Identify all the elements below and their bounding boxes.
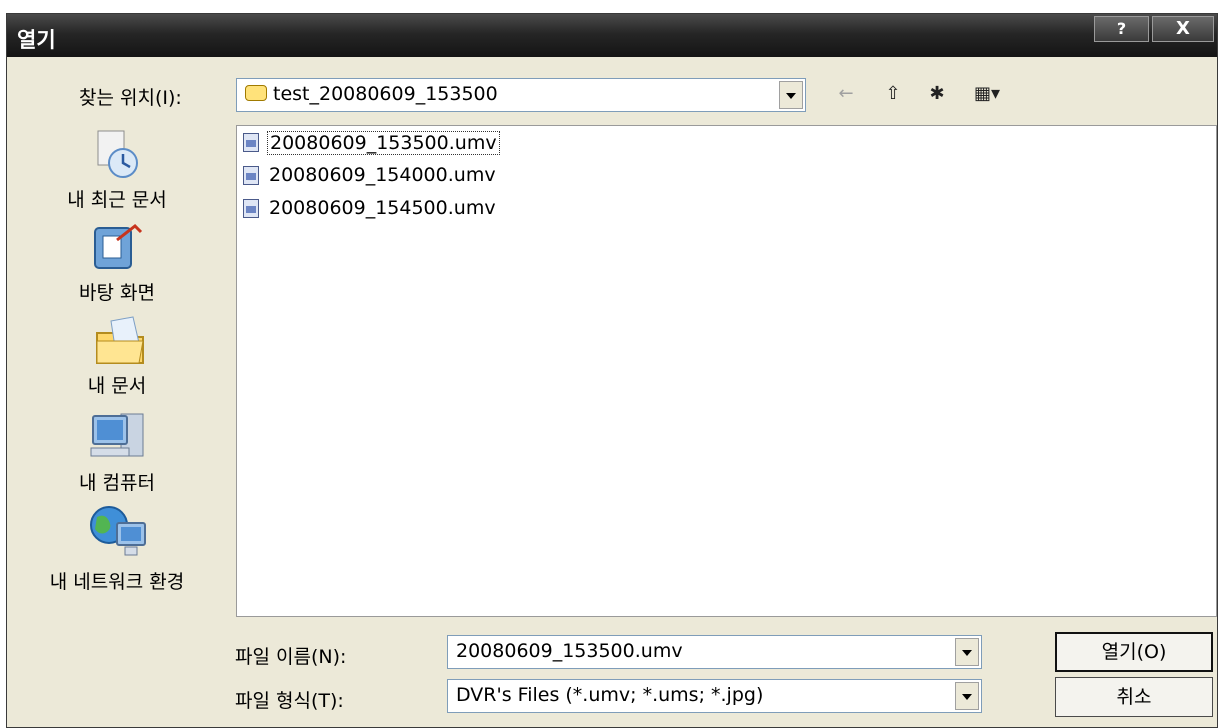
place-label: 내 컴퓨터 <box>79 472 155 494</box>
place-my-documents[interactable]: 내 문서 <box>7 315 227 405</box>
cancel-button[interactable]: 취소 <box>1055 677 1213 717</box>
place-label: 내 최근 문서 <box>67 189 167 211</box>
look-in-dropdown-arrow[interactable] <box>779 81 803 109</box>
file-name: 20080609_153500.umv <box>267 131 500 155</box>
look-in-combo[interactable]: test_20080609_153500 <box>236 78 806 112</box>
filename-value: 20080609_153500.umv <box>456 640 683 662</box>
view-menu-icon[interactable]: ▦▾ <box>965 82 1009 106</box>
places-bar: 내 최근 문서 바탕 화면 내 문서 내 컴퓨터 내 네트워크 환경 <box>7 107 227 619</box>
filetype-value: DVR's Files (*.umv; *.ums; *.jpg) <box>456 684 764 706</box>
look-in-label: 찾는 위치(I): <box>79 87 182 109</box>
umv-file-icon <box>243 199 259 218</box>
filetype-dropdown-arrow[interactable] <box>955 682 979 710</box>
place-desktop[interactable]: 바탕 화면 <box>7 222 227 312</box>
title-bar[interactable]: 열기 ? X <box>7 14 1217 57</box>
place-label: 바탕 화면 <box>79 282 155 304</box>
filename-label: 파일 이름(N): <box>235 646 347 668</box>
place-recent-documents[interactable]: 내 최근 문서 <box>7 129 227 219</box>
folder-icon <box>245 85 267 101</box>
desktop-icon <box>94 224 143 269</box>
look-in-value: test_20080609_153500 <box>273 83 498 105</box>
new-folder-icon[interactable]: ✱ <box>919 82 955 106</box>
filename-dropdown-arrow[interactable] <box>955 638 979 666</box>
open-file-dialog: 열기 ? X 찾는 위치(I): test_20080609_153500 ← … <box>6 13 1218 728</box>
close-button[interactable]: X <box>1152 16 1214 42</box>
place-my-computer[interactable]: 내 컴퓨터 <box>7 410 227 500</box>
help-button[interactable]: ? <box>1094 16 1149 42</box>
filetype-select[interactable]: DVR's Files (*.umv; *.ums; *.jpg) <box>447 679 982 713</box>
place-my-network[interactable]: 내 네트워크 환경 <box>7 503 227 603</box>
filename-input[interactable]: 20080609_153500.umv <box>447 635 982 669</box>
umv-file-icon <box>243 166 259 185</box>
dialog-title: 열기 <box>17 28 56 52</box>
file-name: 20080609_154500.umv <box>269 197 496 219</box>
place-label: 내 문서 <box>87 375 147 397</box>
recent-documents-icon <box>97 130 138 178</box>
my-computer-icon <box>90 413 144 457</box>
up-folder-icon[interactable]: ⇧ <box>879 82 907 106</box>
umv-file-icon <box>243 133 259 152</box>
my-network-icon <box>90 506 146 556</box>
file-name: 20080609_154000.umv <box>269 164 496 186</box>
back-icon[interactable]: ← <box>833 82 859 106</box>
place-label: 내 네트워크 환경 <box>49 571 185 593</box>
file-list[interactable]: 20080609_153500.umv 20080609_154000.umv … <box>236 125 1217 617</box>
my-documents-icon <box>96 316 144 364</box>
filetype-label: 파일 형식(T): <box>235 690 344 712</box>
open-button[interactable]: 열기(O) <box>1055 632 1213 672</box>
